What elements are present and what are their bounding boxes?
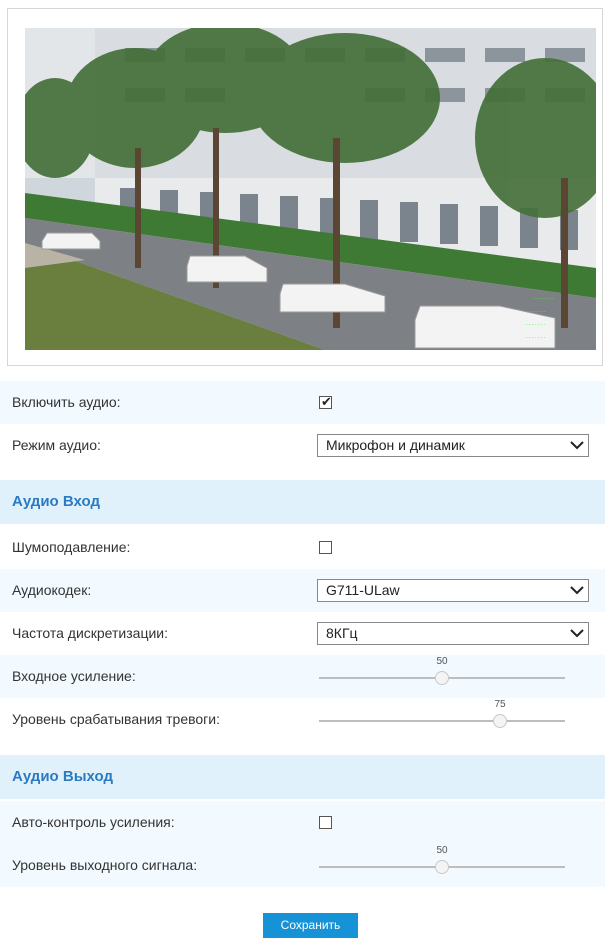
audio-codec-select[interactable]: G711-ULaw — [317, 579, 589, 602]
camera-preview-frame: ------- ------- ------- ------- — [7, 8, 603, 366]
auto-gain-checkbox[interactable] — [319, 816, 332, 829]
enable-audio-checkbox[interactable]: ✔ — [319, 394, 332, 409]
output-level-row: Уровень выходного сигнала: 50 — [0, 844, 605, 887]
sample-rate-row: Частота дискретизации: 8КГц — [0, 612, 605, 655]
enable-audio-label: Включить аудио: — [12, 394, 121, 410]
input-gain-slider[interactable]: 50 — [319, 655, 565, 698]
chevron-down-icon — [570, 441, 584, 450]
svg-text:-------: ------- — [525, 309, 546, 315]
audio-input-title: Аудио Вход — [12, 493, 100, 510]
alarm-level-value: 75 — [494, 699, 506, 710]
audio-codec-value: G711-ULaw — [326, 582, 400, 598]
sample-rate-select[interactable]: 8КГц — [317, 622, 589, 645]
camera-preview-image: ------- ------- ------- ------- — [25, 28, 596, 350]
enable-audio-row: Включить аудио: ✔ — [0, 381, 605, 424]
output-level-label: Уровень выходного сигнала: — [12, 857, 198, 873]
input-gain-row: Входное усиление: 50 — [0, 655, 605, 698]
checkmark-icon: ✔ — [321, 394, 332, 409]
sample-rate-value: 8КГц — [326, 625, 358, 641]
noise-reduction-label: Шумоподавление: — [12, 539, 131, 555]
svg-text:-------: ------- — [533, 296, 554, 302]
auto-gain-row: Авто-контроль усиления: — [0, 801, 605, 844]
alarm-level-label: Уровень срабатывания тревоги: — [12, 711, 220, 727]
audio-input-section-header: Аудио Вход — [0, 480, 605, 524]
alarm-level-slider[interactable]: 75 — [319, 698, 565, 741]
noise-reduction-row: Шумоподавление: — [0, 526, 605, 569]
audio-codec-row: Аудиокодек: G711-ULaw — [0, 569, 605, 612]
slider-handle[interactable] — [493, 714, 507, 728]
slider-handle[interactable] — [435, 671, 449, 685]
audio-mode-value: Микрофон и динамик — [326, 437, 465, 453]
output-level-slider[interactable]: 50 — [319, 844, 565, 887]
audio-mode-label: Режим аудио: — [12, 437, 101, 453]
output-level-value: 50 — [436, 845, 448, 856]
input-gain-label: Входное усиление: — [12, 668, 136, 684]
slider-track — [319, 720, 565, 722]
audio-mode-row: Режим аудио: Микрофон и динамик — [0, 424, 605, 467]
sample-rate-label: Частота дискретизации: — [12, 625, 168, 641]
auto-gain-label: Авто-контроль усиления: — [12, 814, 175, 830]
save-button[interactable]: Сохранить — [263, 913, 358, 938]
audio-output-title: Аудио Выход — [12, 768, 113, 785]
chevron-down-icon — [570, 629, 584, 638]
svg-text:-------: ------- — [525, 335, 546, 341]
audio-codec-label: Аудиокодек: — [12, 582, 92, 598]
noise-reduction-checkbox[interactable] — [319, 541, 332, 554]
audio-mode-select[interactable]: Микрофон и динамик — [317, 434, 589, 457]
svg-text:-------: ------- — [525, 322, 546, 328]
chevron-down-icon — [570, 586, 584, 595]
slider-handle[interactable] — [435, 860, 449, 874]
alarm-level-row: Уровень срабатывания тревоги: 75 — [0, 698, 605, 741]
input-gain-value: 50 — [436, 656, 448, 667]
audio-output-section-header: Аудио Выход — [0, 755, 605, 799]
